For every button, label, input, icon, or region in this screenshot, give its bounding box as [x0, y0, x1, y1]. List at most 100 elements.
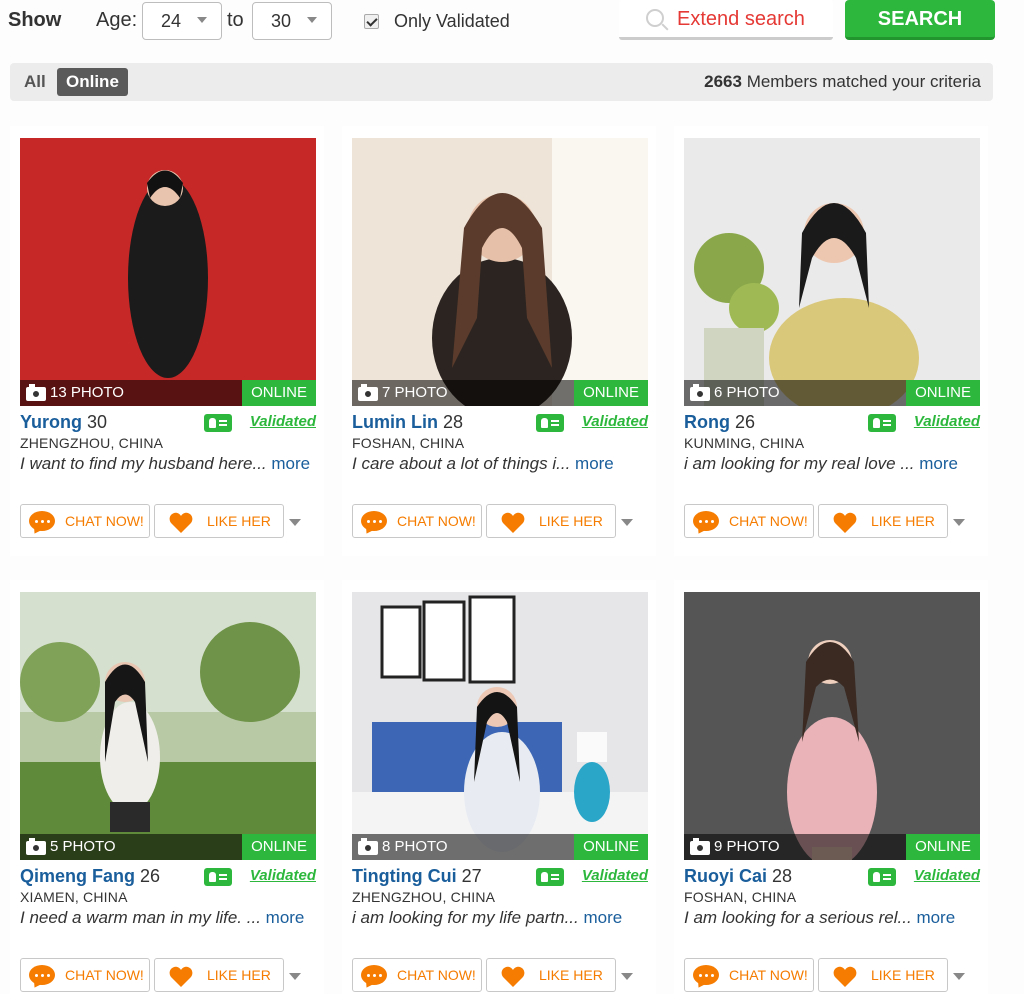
- more-options-caret-icon[interactable]: [953, 519, 965, 526]
- chat-now-button[interactable]: CHAT NOW!: [352, 504, 482, 538]
- chat-now-label: CHAT NOW!: [729, 513, 808, 529]
- search-button[interactable]: SEARCH: [845, 0, 995, 40]
- online-badge: ONLINE: [906, 380, 980, 406]
- like-her-label: LIKE HER: [539, 513, 603, 529]
- age-from-value: 24: [161, 11, 182, 31]
- validated-label: Validated: [913, 867, 980, 884]
- match-text: Members matched your criteria: [741, 72, 981, 91]
- profile-name[interactable]: Yurong: [20, 412, 82, 432]
- id-card-icon: [536, 414, 564, 432]
- photo-count[interactable]: 9 PHOTO: [714, 838, 780, 855]
- photo-info-bar: 8 PHOTO ONLINE: [352, 834, 648, 860]
- photo-count[interactable]: 6 PHOTO: [714, 384, 780, 401]
- profile-card: 7 PHOTO ONLINE Lumin Lin 28 Validated FO…: [342, 126, 656, 556]
- age-to-select[interactable]: 30: [252, 2, 332, 40]
- validated-label: Validated: [249, 867, 316, 884]
- photo-info-bar: 5 PHOTO ONLINE: [20, 834, 316, 860]
- like-her-label: LIKE HER: [871, 513, 935, 529]
- only-validated-checkbox[interactable]: [364, 14, 379, 29]
- search-filter-bar: Show Age: 24 to 30 Only Validated Extend…: [0, 0, 1024, 50]
- like-her-label: LIKE HER: [207, 513, 271, 529]
- chat-now-label: CHAT NOW!: [65, 967, 144, 983]
- chevron-down-icon: [197, 17, 207, 23]
- like-her-button[interactable]: LIKE HER: [154, 504, 284, 538]
- photo-count[interactable]: 8 PHOTO: [382, 838, 448, 855]
- like-her-button[interactable]: LIKE HER: [486, 504, 616, 538]
- like-her-button[interactable]: LIKE HER: [486, 958, 616, 992]
- profile-name[interactable]: Qimeng Fang: [20, 866, 135, 886]
- validated-label: Validated: [581, 413, 648, 430]
- profile-name-age: Lumin Lin 28: [352, 412, 463, 433]
- id-card-icon: [536, 868, 564, 886]
- only-validated-label[interactable]: Only Validated: [394, 11, 510, 32]
- chevron-down-icon: [307, 17, 317, 23]
- photo-count[interactable]: 5 PHOTO: [50, 838, 116, 855]
- more-link[interactable]: more: [583, 908, 622, 927]
- more-options-caret-icon[interactable]: [621, 519, 633, 526]
- chat-bubble-icon: [29, 965, 55, 985]
- chat-now-label: CHAT NOW!: [65, 513, 144, 529]
- profile-name[interactable]: Ruoyi Cai: [684, 866, 767, 886]
- about-text: i am looking for my real love ...: [684, 454, 920, 473]
- profile-photo[interactable]: 13 PHOTO ONLINE: [20, 138, 316, 406]
- more-link[interactable]: more: [271, 454, 310, 473]
- id-card-icon: [868, 414, 896, 432]
- profile-photo[interactable]: 5 PHOTO ONLINE: [20, 592, 316, 860]
- profile-photo-image: [684, 138, 980, 406]
- profile-name-age: Qimeng Fang 26: [20, 866, 160, 887]
- heart-icon: [169, 966, 193, 987]
- profile-photo[interactable]: 8 PHOTO ONLINE: [352, 592, 648, 860]
- chat-now-button[interactable]: CHAT NOW!: [20, 958, 150, 992]
- more-options-caret-icon[interactable]: [289, 973, 301, 980]
- heart-icon: [833, 512, 857, 533]
- profile-age: 28: [772, 866, 793, 886]
- profile-card: 13 PHOTO ONLINE Yurong 30 Validated ZHEN…: [10, 126, 324, 556]
- profile-photo[interactable]: 6 PHOTO ONLINE: [684, 138, 980, 406]
- heart-icon: [501, 512, 525, 533]
- photo-count[interactable]: 7 PHOTO: [382, 384, 448, 401]
- about-text: i am looking for my life partn...: [352, 908, 584, 927]
- age-from-select[interactable]: 24: [142, 2, 222, 40]
- more-link[interactable]: more: [266, 908, 305, 927]
- filter-online-tab[interactable]: Online: [57, 68, 128, 96]
- profile-name[interactable]: Lumin Lin: [352, 412, 438, 432]
- online-badge: ONLINE: [574, 380, 648, 406]
- profile-photo-image: [20, 592, 316, 860]
- like-her-button[interactable]: LIKE HER: [818, 958, 948, 992]
- like-her-button[interactable]: LIKE HER: [154, 958, 284, 992]
- extend-search-button[interactable]: Extend search: [619, 0, 833, 40]
- age-to-value: 30: [271, 11, 292, 31]
- photo-count[interactable]: 13 PHOTO: [50, 384, 124, 401]
- profile-about: I am looking for a serious rel... more: [684, 908, 980, 927]
- more-link[interactable]: more: [919, 454, 958, 473]
- chat-now-label: CHAT NOW!: [397, 513, 476, 529]
- filter-all-tab[interactable]: All: [24, 72, 46, 92]
- more-options-caret-icon[interactable]: [289, 519, 301, 526]
- profile-photo[interactable]: 7 PHOTO ONLINE: [352, 138, 648, 406]
- profile-location: FOSHAN, CHINA: [684, 889, 797, 905]
- chat-bubble-icon: [361, 511, 387, 531]
- profile-card: 9 PHOTO ONLINE Ruoyi Cai 28 Validated FO…: [674, 580, 988, 994]
- camera-icon: [26, 384, 46, 401]
- profile-photo[interactable]: 9 PHOTO ONLINE: [684, 592, 980, 860]
- chat-now-button[interactable]: CHAT NOW!: [352, 958, 482, 992]
- profile-name-age: Rong 26: [684, 412, 755, 433]
- like-her-label: LIKE HER: [539, 967, 603, 983]
- chat-now-button[interactable]: CHAT NOW!: [684, 504, 814, 538]
- profile-name[interactable]: Rong: [684, 412, 730, 432]
- more-link[interactable]: more: [575, 454, 614, 473]
- chat-bubble-icon: [361, 965, 387, 985]
- more-options-caret-icon[interactable]: [621, 973, 633, 980]
- more-link[interactable]: more: [916, 908, 955, 927]
- profile-about: i am looking for my life partn... more: [352, 908, 648, 927]
- profile-age: 26: [735, 412, 756, 432]
- chat-now-button[interactable]: CHAT NOW!: [684, 958, 814, 992]
- chat-now-button[interactable]: CHAT NOW!: [20, 504, 150, 538]
- chat-now-label: CHAT NOW!: [729, 967, 808, 983]
- profile-age: 27: [461, 866, 482, 886]
- like-her-button[interactable]: LIKE HER: [818, 504, 948, 538]
- profile-photo-image: [352, 592, 648, 860]
- profile-name[interactable]: Tingting Cui: [352, 866, 457, 886]
- profile-age: 26: [140, 866, 161, 886]
- more-options-caret-icon[interactable]: [953, 973, 965, 980]
